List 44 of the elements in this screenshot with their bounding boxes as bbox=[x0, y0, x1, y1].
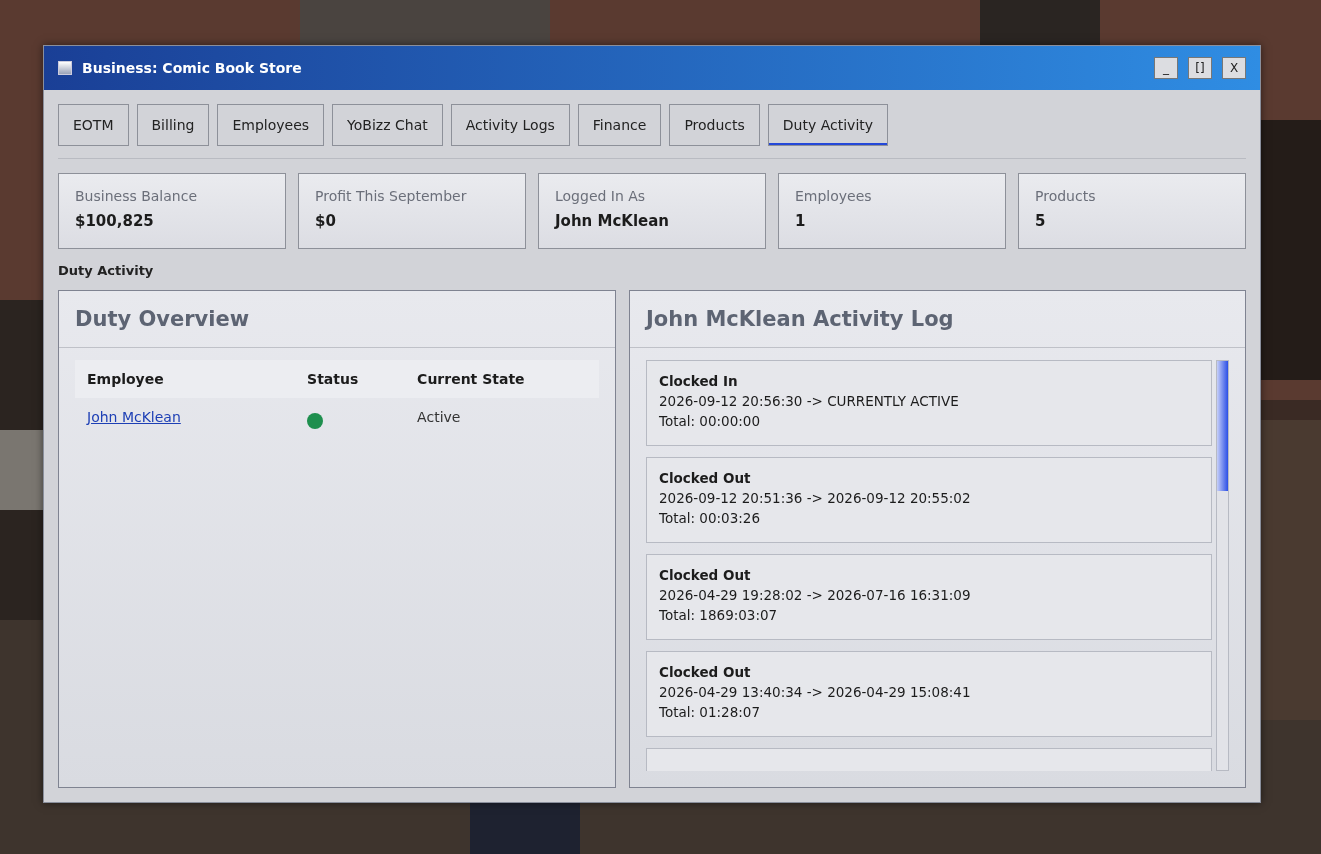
tab[interactable]: YoBizz Chat bbox=[332, 104, 443, 146]
stat-label: Employees bbox=[795, 188, 873, 204]
entry-total: Total: 00:00:00 bbox=[659, 413, 761, 429]
entry-title: Clocked Out bbox=[659, 470, 752, 486]
tab[interactable]: EOTM bbox=[58, 104, 129, 146]
stat-label: Business Balance bbox=[75, 188, 199, 204]
column-header: Status bbox=[295, 360, 406, 398]
window-control-button[interactable]: X bbox=[1222, 57, 1246, 79]
stat-value: John McKlean bbox=[555, 212, 671, 230]
window-title: Business: Comic Book Store bbox=[82, 60, 303, 76]
stat-value: 5 bbox=[1035, 212, 1047, 230]
entry-range: 2026-09-12 20:56:30 -> CURRENTLY ACTIVE bbox=[659, 393, 960, 409]
entry-range: 2026-04-29 13:40:34 -> 2026-04-29 15:08:41 bbox=[659, 684, 972, 700]
table-cell: Active bbox=[405, 398, 599, 443]
window-control-button[interactable]: [] bbox=[1188, 57, 1212, 79]
stat-value: $0 bbox=[315, 212, 337, 230]
section-title: Duty Activity bbox=[58, 263, 155, 278]
tab[interactable]: Activity Logs bbox=[450, 104, 570, 146]
employee-link[interactable]: John McKlean bbox=[87, 409, 181, 425]
stat-label: Logged In As bbox=[555, 188, 647, 204]
window-control-button[interactable]: _ bbox=[1154, 57, 1178, 79]
entry-title: Clocked Out bbox=[659, 664, 752, 680]
panel-title: John McKlean Activity Log bbox=[630, 291, 1245, 348]
scrollbar[interactable] bbox=[1216, 360, 1229, 771]
entry-total: Total: 1869:03:07 bbox=[659, 607, 779, 623]
tab[interactable]: Billing bbox=[136, 104, 210, 146]
window-icon bbox=[58, 61, 72, 75]
column-header: Current State bbox=[405, 360, 599, 398]
entry-title: Clocked Out bbox=[659, 567, 752, 583]
entry-range: 2026-04-29 19:28:02 -> 2026-07-16 16:31:09 bbox=[659, 587, 972, 603]
stat-value: 1 bbox=[795, 212, 807, 230]
tab[interactable]: Employees bbox=[217, 104, 325, 146]
entry-range: 2026-09-12 20:51:36 -> 2026-09-12 20:55:02 bbox=[659, 490, 972, 506]
stat-label: Products bbox=[1035, 188, 1097, 204]
stat-label: Profit This September bbox=[315, 188, 468, 204]
panel-title: Duty Overview bbox=[59, 291, 615, 348]
stat-value: $100,825 bbox=[75, 212, 155, 230]
column-header: Employee bbox=[75, 360, 296, 398]
tab[interactable]: Duty Activity bbox=[767, 104, 889, 146]
tab[interactable]: Finance bbox=[577, 104, 662, 146]
tab[interactable]: Products bbox=[669, 104, 760, 146]
entry-total: Total: 00:03:26 bbox=[659, 510, 761, 526]
entry-total: Total: 01:28:07 bbox=[659, 704, 761, 720]
entry-title: Clocked In bbox=[659, 373, 739, 389]
